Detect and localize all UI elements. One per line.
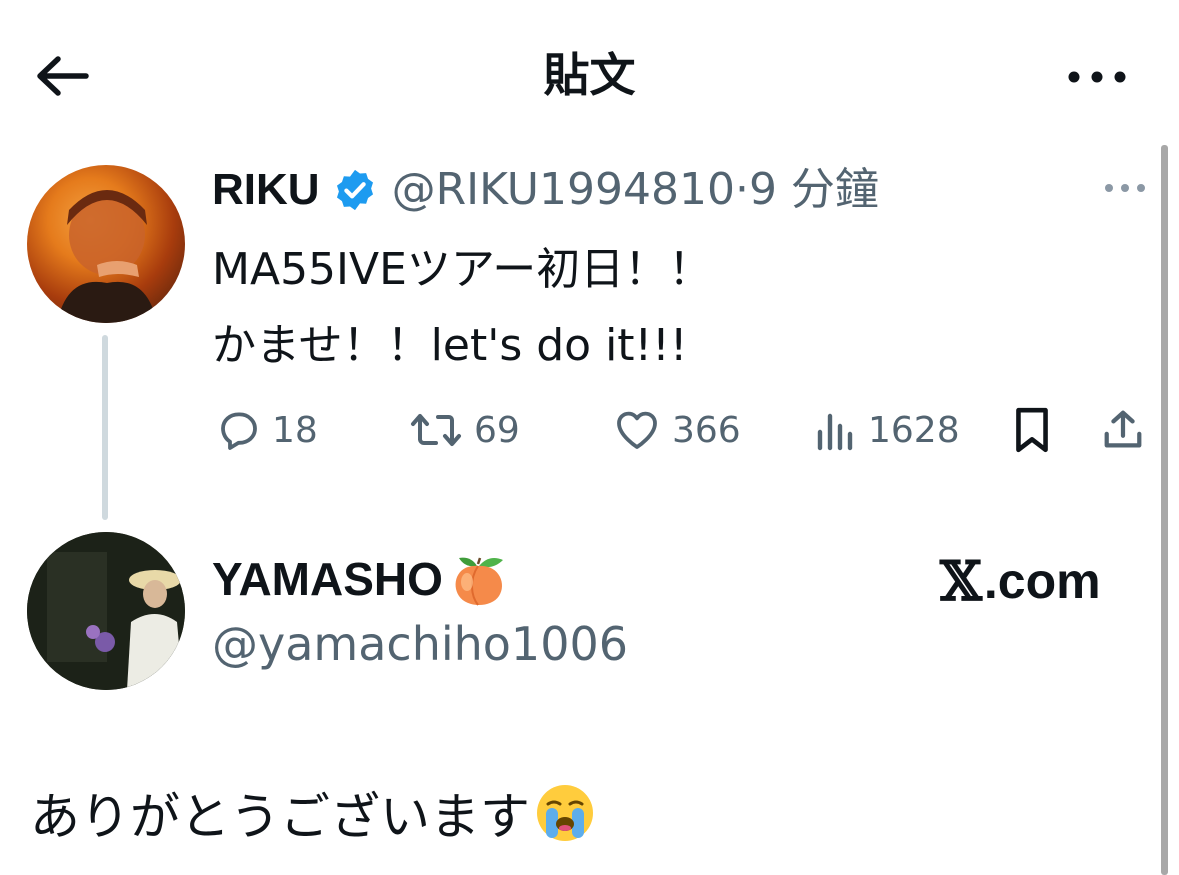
share-button[interactable] [1100,400,1146,460]
tweet-more-button[interactable] [1100,170,1150,206]
tweet-text-line-2: かませ！！let's do it!!! [212,320,688,371]
top-bar: 貼文 [0,0,1179,150]
bookmark-button[interactable] [1010,400,1054,460]
tweet-actions: 18 69 366 1628 [210,400,1150,460]
bookmark-icon [1016,407,1048,453]
x-logo: 𝕏 [940,549,982,613]
author-name[interactable]: RIKU [212,162,320,218]
views-count: 1628 [868,409,960,451]
reply-button[interactable]: 18 [214,400,318,460]
views-button[interactable]: 1628 [814,400,960,460]
reply-count: 18 [272,409,318,451]
separator: · [734,164,749,215]
tweet-header: RIKU @RIKU1994810·9 分鐘 [212,160,879,220]
retweet-icon [411,414,461,446]
loudly-crying-face-icon [534,782,596,844]
tweet-text: MA55IVEツアー初日！！ かませ！！let's do it!!! [212,232,1132,384]
like-button[interactable]: 366 [612,400,741,460]
avatar-yamasho[interactable] [27,532,185,690]
more-options-button[interactable] [1062,52,1132,102]
bar-chart-icon [817,413,853,451]
reply-author-name[interactable]: YAMASHO [212,550,443,608]
peach-emoji-icon [447,550,509,608]
like-count: 366 [672,409,741,451]
retweet-button[interactable]: 69 [410,400,520,460]
page-title: 貼文 [543,48,636,102]
heart-icon [617,411,657,449]
thread-connector-line [102,335,108,520]
reply-text: ありがとうございます [30,778,596,848]
reply-icon [221,412,257,450]
source-link[interactable]: 𝕏 .com [940,549,1101,613]
source-domain: .com [983,553,1101,609]
avatar-image [27,532,185,690]
avatar-riku[interactable] [27,165,185,323]
handle-text: @RIKU1994810 [391,164,735,215]
scrollbar[interactable] [1161,145,1168,875]
timestamp[interactable]: 9 分鐘 [749,164,879,215]
avatar-image [57,190,157,323]
reply-header: YAMASHO [212,548,509,610]
tweet-text-line-1: MA55IVEツアー初日！！ [212,244,713,295]
retweet-count: 69 [474,409,520,451]
reply-text-content: ありがとうございます [30,788,530,846]
reply-author-handle[interactable]: @yamachiho1006 [212,614,628,674]
verified-badge-icon [332,167,378,213]
more-horizontal-icon [1068,71,1126,83]
share-icon [1104,410,1142,448]
more-horizontal-icon [1105,184,1145,192]
author-handle[interactable]: @RIKU1994810·9 分鐘 [392,162,879,218]
